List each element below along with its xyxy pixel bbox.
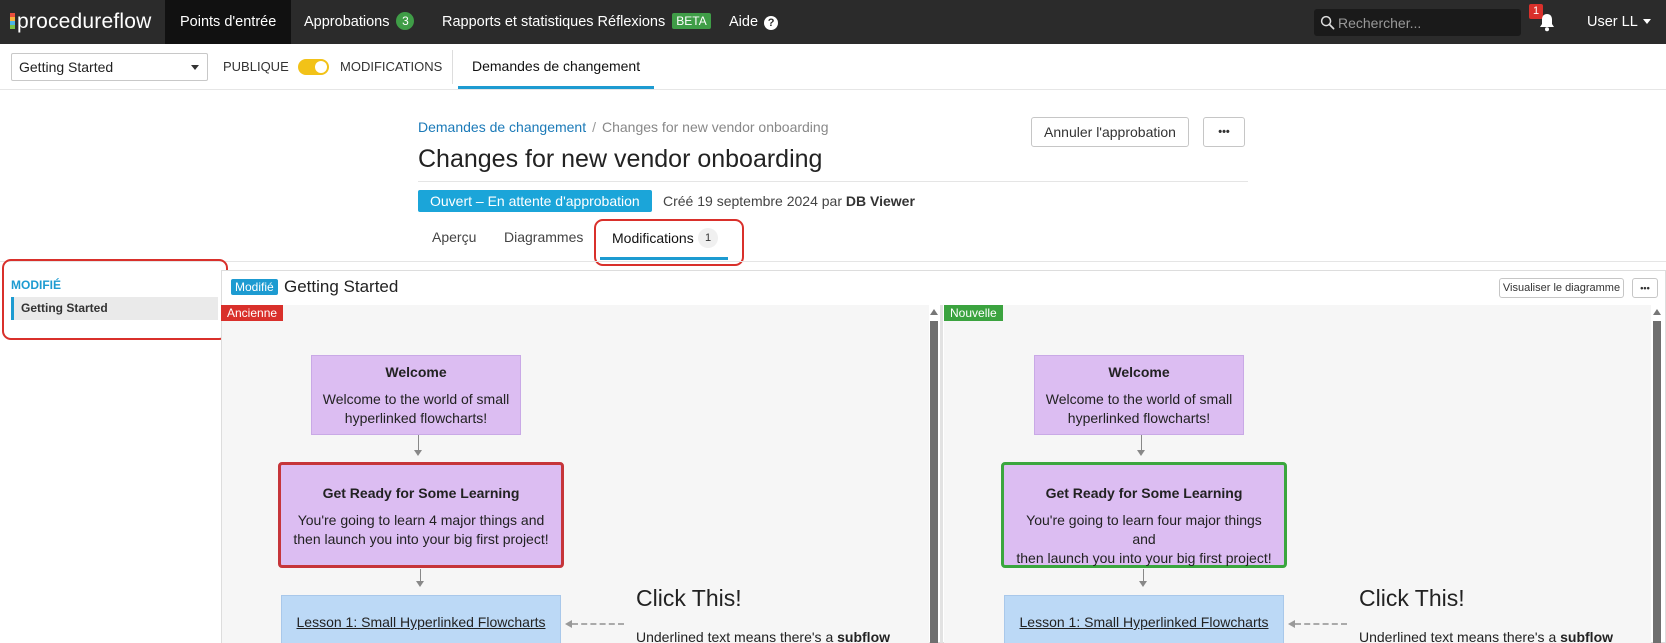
scroll-up-icon[interactable] bbox=[1653, 309, 1661, 315]
old-scrollbar[interactable] bbox=[930, 321, 938, 643]
old-version-label: Ancienne bbox=[221, 305, 284, 321]
divider bbox=[940, 305, 943, 643]
new-welcome-node[interactable]: Welcome Welcome to the world of small hyp… bbox=[1034, 355, 1244, 435]
divider bbox=[418, 181, 1248, 182]
beta-badge: BETA bbox=[672, 13, 711, 29]
modifications-label: MODIFICATIONS bbox=[340, 59, 443, 74]
breadcrumb-separator: / bbox=[592, 119, 596, 135]
connector bbox=[572, 623, 624, 625]
sub-toolbar: Getting Started PUBLIQUE MODIFICATIONS D… bbox=[0, 44, 1666, 90]
arrow-down-icon bbox=[1137, 450, 1145, 456]
new-version-label: Nouvelle bbox=[944, 305, 1003, 321]
arrow-down-icon bbox=[416, 581, 424, 587]
modified-badge: Modifié bbox=[231, 279, 278, 295]
scroll-up-icon[interactable] bbox=[930, 309, 938, 315]
arrow-down-icon bbox=[1139, 581, 1147, 587]
divider bbox=[452, 50, 453, 84]
tab-diagrams[interactable]: Diagrammes bbox=[504, 229, 583, 245]
approvals-count-badge: 3 bbox=[396, 12, 415, 30]
toggle-knob bbox=[315, 61, 327, 73]
highlight-box-sidebar bbox=[2, 259, 228, 340]
new-lesson-node[interactable]: Lesson 1: Small Hyperlinked Flowcharts bbox=[1004, 595, 1284, 643]
bell-icon[interactable] bbox=[1538, 12, 1556, 32]
public-label: PUBLIQUE bbox=[223, 59, 289, 74]
arrow-left-icon bbox=[1288, 620, 1295, 628]
divider bbox=[0, 261, 1666, 262]
tab-change-requests[interactable]: Demandes de changement bbox=[458, 44, 655, 89]
search-icon bbox=[1320, 15, 1335, 30]
nav-entry-points[interactable]: Points d'entrée bbox=[165, 0, 292, 44]
new-click-title: Click This! bbox=[1359, 585, 1465, 611]
logo-mark-icon bbox=[10, 13, 15, 29]
nav-approvals[interactable]: Approbations 3 bbox=[289, 0, 429, 44]
old-click-title: Click This! bbox=[636, 585, 742, 611]
old-click-text: Underlined text means there's a subflow bbox=[636, 629, 891, 643]
arrow-left-icon bbox=[565, 620, 572, 628]
connector bbox=[418, 435, 419, 450]
search-input[interactable] bbox=[1338, 9, 1518, 36]
old-welcome-node[interactable]: Welcome Welcome to the world of small hyp… bbox=[311, 355, 521, 435]
created-by: DB Viewer bbox=[845, 193, 915, 209]
user-menu[interactable]: User LL bbox=[1587, 0, 1651, 44]
old-lesson-node[interactable]: Lesson 1: Small Hyperlinked Flowcharts bbox=[281, 595, 561, 643]
new-scrollbar[interactable] bbox=[1653, 321, 1661, 643]
created-info: Créé 19 septembre 2024 par DB Viewer bbox=[663, 193, 915, 209]
status-badge: Ouvert – En attente d'approbation bbox=[418, 190, 652, 212]
tab-overview[interactable]: Aperçu bbox=[432, 229, 476, 245]
more-options-button[interactable]: ••• bbox=[1203, 117, 1245, 147]
new-diagram-canvas[interactable]: Welcome Welcome to the world of small hyp… bbox=[944, 305, 1651, 643]
new-ready-node[interactable]: Get Ready for Some Learning You're going… bbox=[1001, 462, 1287, 568]
connector bbox=[1143, 569, 1144, 581]
breadcrumb-current: Changes for new vendor onboarding bbox=[602, 119, 829, 135]
breadcrumb-link[interactable]: Demandes de changement bbox=[418, 119, 586, 135]
search-box[interactable] bbox=[1314, 9, 1521, 36]
flow-select[interactable]: Getting Started bbox=[11, 53, 208, 81]
page-title: Changes for new vendor onboarding bbox=[418, 145, 823, 173]
arrow-down-icon bbox=[414, 450, 422, 456]
connector bbox=[1141, 435, 1142, 450]
modifications-toggle[interactable] bbox=[298, 59, 329, 75]
nav-help[interactable]: Aide ? bbox=[714, 0, 793, 44]
connector bbox=[420, 569, 421, 581]
cancel-approval-button[interactable]: Annuler l'approbation bbox=[1031, 117, 1189, 147]
old-diagram-canvas[interactable]: Welcome Welcome to the world of small hyp… bbox=[222, 305, 929, 643]
view-diagram-button[interactable]: Visualiser le diagramme bbox=[1499, 278, 1624, 298]
caret-down-icon bbox=[1642, 19, 1651, 24]
top-nav: procedureflow Points d'entrée Approbatio… bbox=[0, 0, 1666, 44]
old-ready-node[interactable]: Get Ready for Some Learning You're going… bbox=[278, 462, 564, 568]
help-icon: ? bbox=[764, 16, 779, 30]
panel-more-button[interactable]: ••• bbox=[1632, 278, 1658, 298]
caret-down-icon bbox=[191, 65, 199, 70]
logo[interactable]: procedureflow bbox=[10, 10, 152, 34]
breadcrumb: Demandes de changement / Changes for new v… bbox=[418, 119, 829, 135]
connector bbox=[1295, 623, 1347, 625]
panel-title: Getting Started bbox=[284, 277, 399, 296]
highlight-box-tab bbox=[594, 219, 744, 266]
new-click-text: Underlined text means there's a subflow bbox=[1359, 629, 1614, 643]
nav-reports[interactable]: Rapports et statistiques Réflexions BETA bbox=[427, 0, 726, 44]
